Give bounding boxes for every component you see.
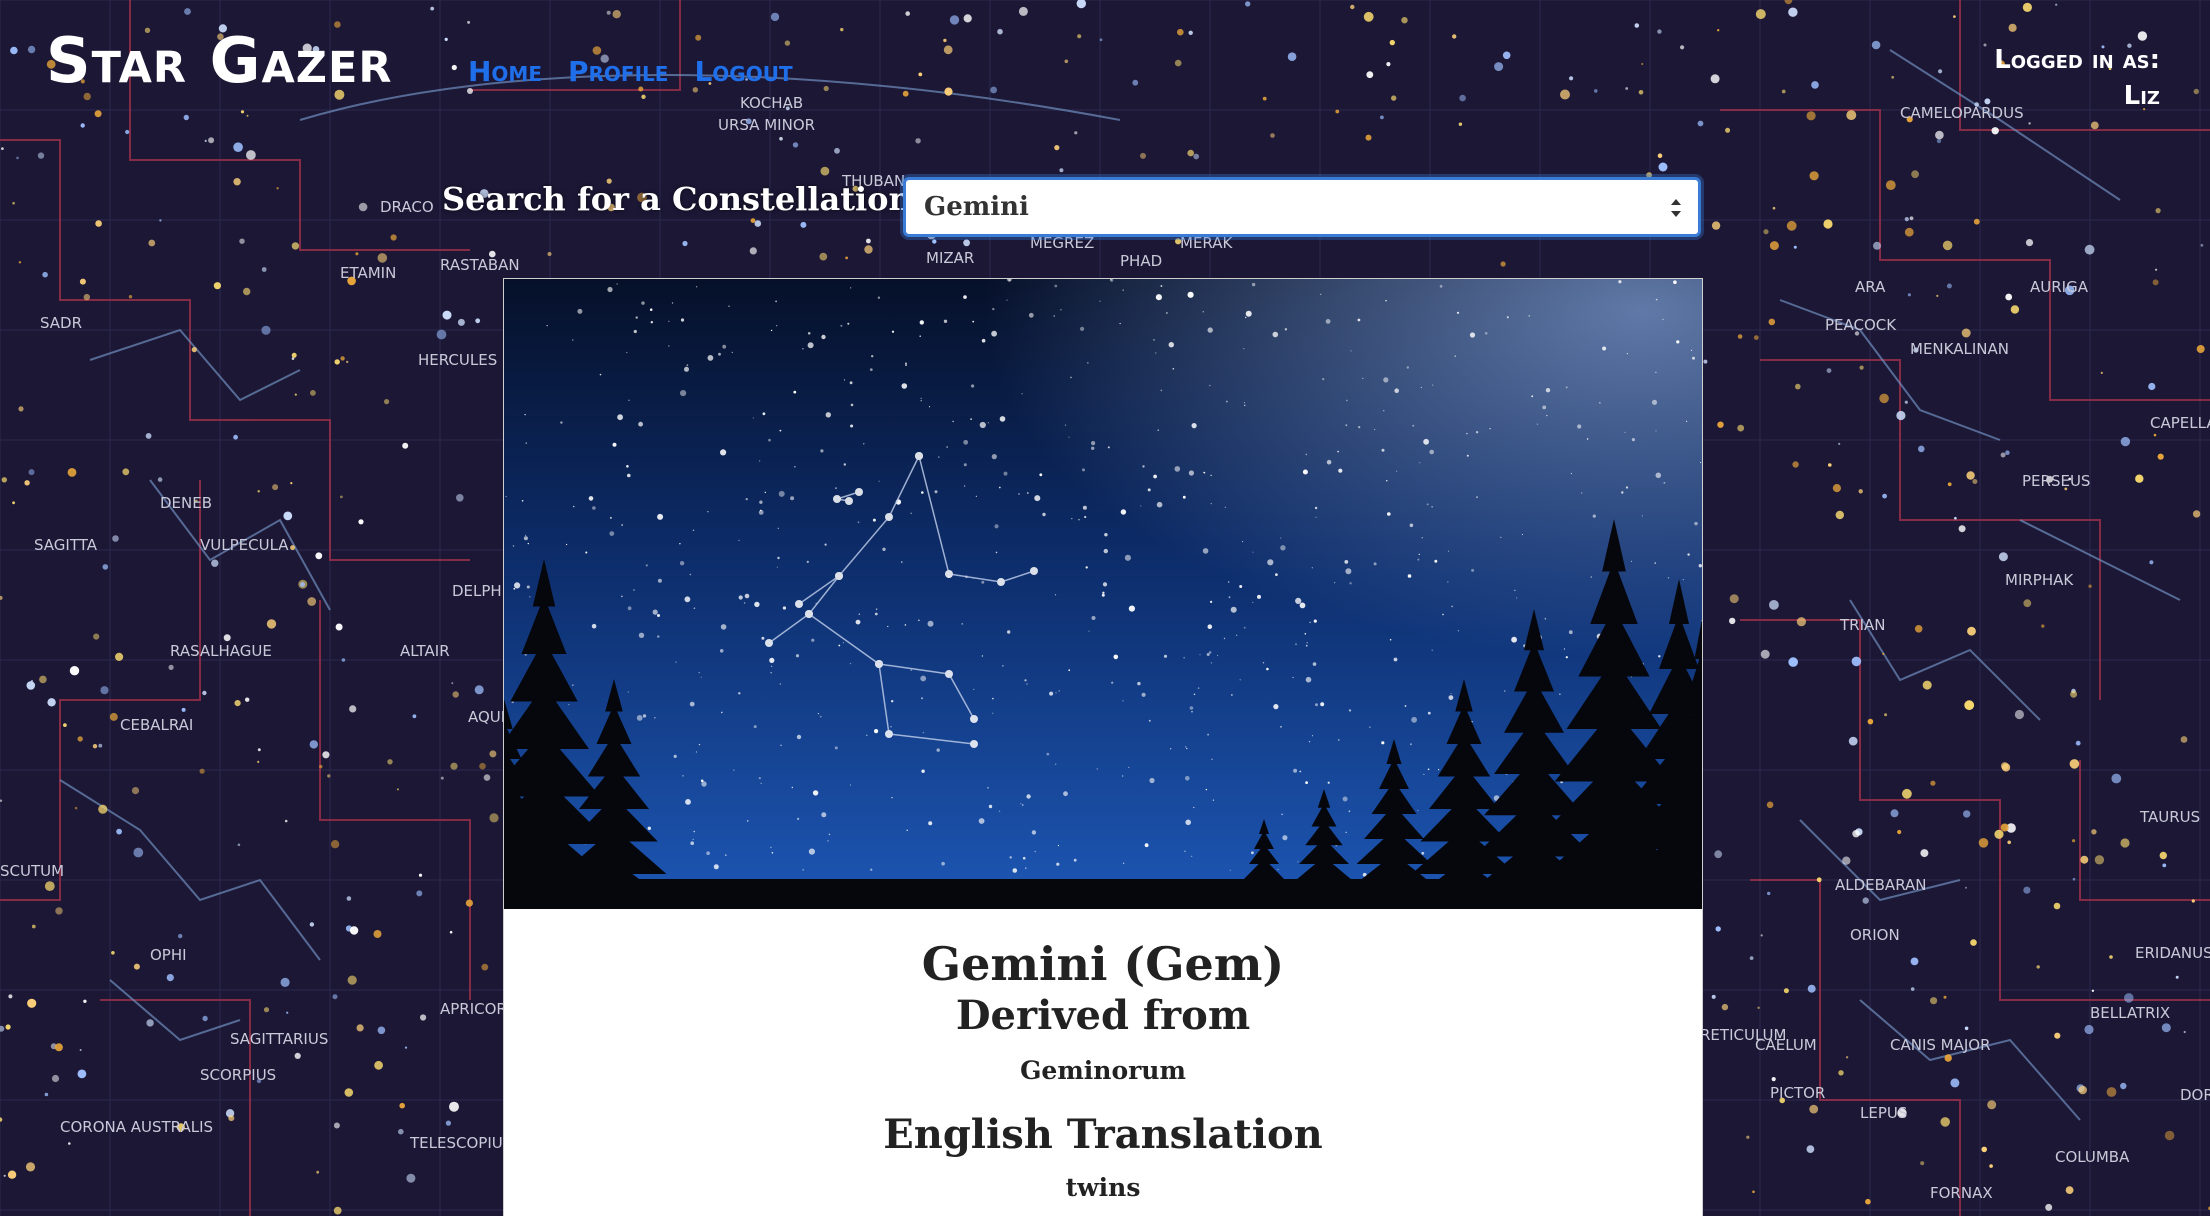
svg-text:RETICULUM: RETICULUM [1700,1026,1786,1044]
svg-text:MENKALINAN: MENKALINAN [1910,340,2009,358]
svg-text:CAPELLA: CAPELLA [2150,414,2210,432]
svg-text:ALTAIR: ALTAIR [400,642,450,660]
svg-text:DORADO: DORADO [2180,1086,2210,1104]
svg-text:OPHI: OPHI [150,946,187,964]
search-label: Search for a Constellation [442,180,912,218]
svg-text:PEACOCK: PEACOCK [1825,316,1897,334]
svg-text:PICTOR: PICTOR [1770,1084,1825,1102]
nav-home-link[interactable]: Home [468,58,542,86]
svg-text:SCUTUM: SCUTUM [0,862,64,880]
site-logo[interactable]: Star Gazer [46,30,392,92]
svg-text:BELLATRIX: BELLATRIX [2090,1004,2170,1022]
svg-text:ORION: ORION [1850,926,1900,944]
derived-value: Geminorum [1020,1055,1186,1085]
translation-heading: English Translation [883,1110,1323,1158]
svg-text:ETAMIN: ETAMIN [340,264,396,282]
svg-text:ERIDANUS: ERIDANUS [2135,944,2210,962]
svg-text:AURIGA: AURIGA [2030,278,2089,296]
derived-heading: Derived from [955,991,1251,1039]
constellation-card: Gemini (Gem) Derived from Geminorum Engl… [503,278,1703,1216]
svg-text:ALDEBARAN: ALDEBARAN [1835,876,1927,894]
svg-text:SADR: SADR [40,314,82,332]
svg-text:MIZAR: MIZAR [926,249,974,267]
svg-text:COLUMBA: COLUMBA [2055,1148,2130,1166]
svg-text:TRIAN: TRIAN [1839,616,1886,634]
constellation-details: Gemini (Gem) Derived from Geminorum Engl… [504,909,1702,1202]
svg-text:DENEB: DENEB [160,494,212,512]
svg-text:RASTABAN: RASTABAN [440,256,520,274]
constellation-select[interactable]: Gemini [903,177,1701,237]
svg-text:RASALHAGUE: RASALHAGUE [170,642,272,660]
svg-text:PHAD: PHAD [1120,252,1162,270]
svg-text:FORNAX: FORNAX [1930,1184,1993,1202]
svg-text:TAURUS: TAURUS [2139,808,2200,826]
login-status: Logged in as: Liz [1994,42,2160,114]
constellation-image [504,279,1702,909]
svg-text:URSA MINOR: URSA MINOR [718,116,815,134]
main-nav: Home Profile Logout [468,58,793,86]
select-arrows-icon [1671,199,1681,217]
svg-text:LEPUS: LEPUS [1860,1104,1907,1122]
svg-text:SCORPIUS: SCORPIUS [200,1066,276,1084]
svg-text:PERSEUS: PERSEUS [2022,472,2090,490]
svg-text:VULPECULA: VULPECULA [200,536,289,554]
svg-text:CEBALRAI: CEBALRAI [120,716,193,734]
svg-text:TELESCOPIUM: TELESCOPIUM [409,1134,516,1152]
nav-logout-link[interactable]: Logout [694,58,792,86]
constellation-title: Gemini (Gem) [921,937,1285,991]
svg-text:SAGITTARIUS: SAGITTARIUS [230,1030,328,1048]
svg-text:HERCULES: HERCULES [418,351,497,369]
translation-value: twins [1065,1172,1141,1202]
svg-text:CANIS MAJOR: CANIS MAJOR [1890,1036,1991,1054]
svg-text:SAGITTA: SAGITTA [34,536,98,554]
svg-text:CORONA AUSTRALIS: CORONA AUSTRALIS [60,1118,213,1136]
svg-text:KOCHAB: KOCHAB [740,94,803,112]
svg-text:ARA: ARA [1855,278,1886,296]
svg-text:MIRPHAK: MIRPHAK [2005,571,2074,589]
nav-profile-link[interactable]: Profile [568,58,668,86]
login-label: Logged in as: [1994,45,2160,75]
username: Liz [2123,81,2160,111]
svg-text:DRACO: DRACO [380,198,434,216]
select-value: Gemini [924,192,1029,222]
